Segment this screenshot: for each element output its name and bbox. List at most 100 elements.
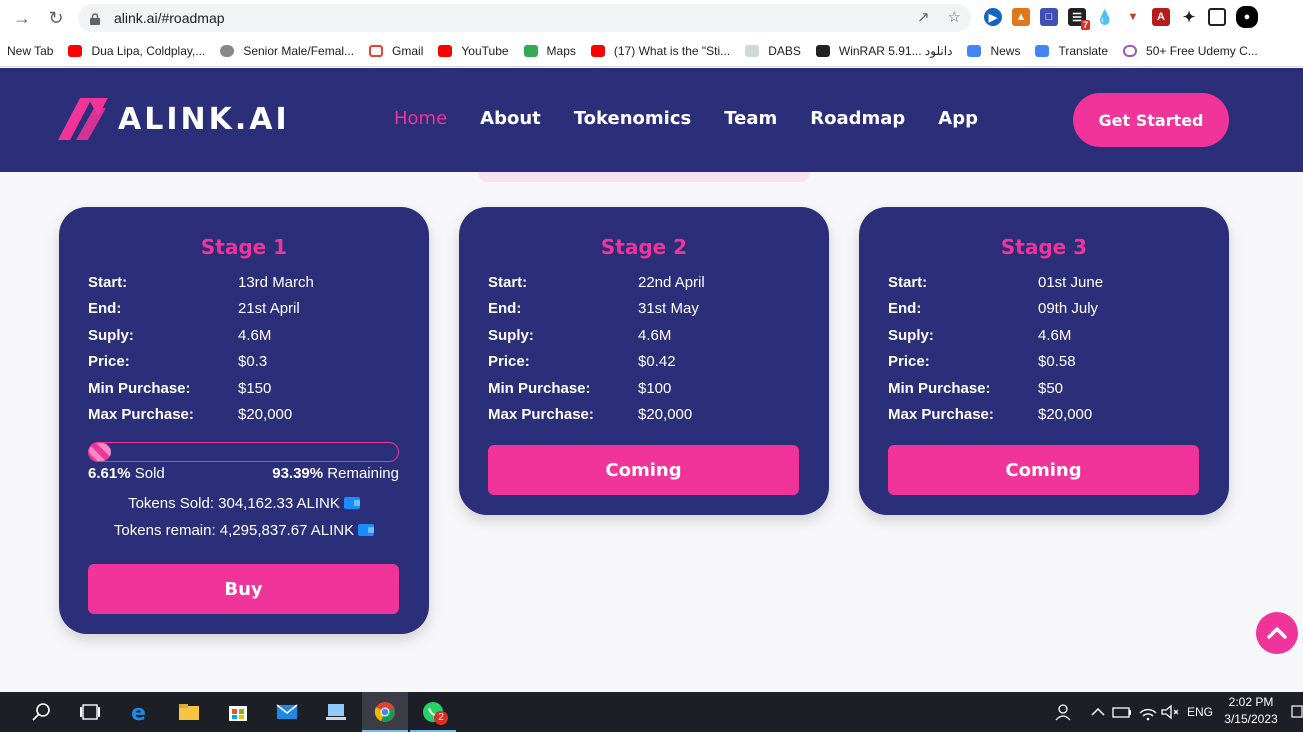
bookmark-label: WinRAR 5.91... دانلود [838,44,953,58]
task-view-icon[interactable] [78,700,102,724]
scroll-to-top-button[interactable] [1256,612,1298,654]
coming-button[interactable]: Coming [888,445,1199,495]
stage-title: Stage 1 [200,235,288,259]
detail-value: 13rd March [238,273,314,291]
youtube-icon [590,45,605,57]
bookmark-item[interactable]: News [967,44,1020,58]
bookmark-label: Senior Male/Femal... [243,44,355,58]
bookmark-star-icon[interactable]: ☆ [948,8,961,26]
nav-app[interactable]: App [938,108,978,129]
clock[interactable]: 2:02 PM 3/15/2023 [1222,695,1280,726]
detail-row: Price: $0.3 [88,349,429,376]
sidepanel-icon[interactable] [1208,8,1226,26]
detail-row: Min Purchase: $150 [88,375,429,402]
extension-icon[interactable]: □ [1040,8,1058,26]
bookmark-item[interactable]: Dua Lipa, Coldplay,... [68,44,205,58]
detail-key: Suply: [888,326,934,344]
stage-details: Start: 01st June End: 09th July Suply: 4.6M… [888,269,1229,428]
extension-with-badge-icon[interactable]: ☰ 7 [1068,8,1090,30]
coming-button[interactable]: Coming [488,445,799,495]
pdf-icon[interactable]: A [1152,8,1170,26]
chevron-up-icon[interactable] [1086,700,1110,724]
bookmark-item[interactable]: WinRAR 5.91... دانلود [815,44,953,58]
buy-button[interactable]: Buy [88,564,399,614]
detail-key: Suply: [488,326,534,344]
bookmark-item[interactable]: 50+ Free Udemy C... [1123,44,1258,58]
maps-icon [523,45,538,57]
detail-value: $100 [638,379,672,397]
notification-icon[interactable] [1290,700,1303,724]
bookmark-item[interactable]: DABS [745,44,801,58]
nav-roadmap[interactable]: Roadmap [810,108,905,129]
whatsapp-taskbar[interactable]: 2 [410,692,456,732]
bookmark-item[interactable]: New Tab [7,44,53,58]
bookmark-label: YouTube [461,44,509,58]
mail-icon[interactable] [275,700,299,724]
detail-row: Min Purchase: $100 [488,375,829,402]
tokens-sold: Tokens Sold: 304,162.33 ALINK [59,495,429,512]
windows-taskbar: e 2 ENG 2:02 PM 3/15/2023 [0,692,1303,732]
bookmark-item[interactable]: Maps [523,44,576,58]
bookmark-item[interactable]: Translate [1035,44,1108,58]
chrome-taskbar-active[interactable] [362,692,408,732]
bookmark-item[interactable]: (17) What is the "Sti... [590,44,730,58]
gmail-icon [369,45,384,57]
detail-row: Start: 22nd April [488,269,829,296]
bookmark-label: New Tab [7,44,54,58]
detail-value: $20,000 [1038,406,1093,424]
extension-badge: 7 [1080,20,1090,30]
site-logo[interactable]: ALINK.AI [58,98,290,140]
detail-value: 21st April [238,300,300,318]
profile-avatar[interactable]: ● [1236,6,1258,28]
sold-percent: 6.61% [88,465,131,482]
store-icon[interactable] [226,700,250,724]
detail-value: 4.6M [638,326,672,344]
remaining-label: Remaining [327,465,399,482]
nav-team[interactable]: Team [724,108,777,129]
notification-badge: 2 [434,711,448,725]
get-started-button[interactable]: Get Started [1073,93,1229,147]
forward-icon[interactable]: → [8,4,36,32]
detail-value: $50 [1038,379,1064,397]
person-icon [220,45,235,57]
stage-details: Start: 13rd March End: 21st April Suply: 4.… [88,269,429,428]
detail-row: Suply: 4.6M [888,322,1229,349]
lock-icon [90,12,100,25]
wifi-icon[interactable] [1136,700,1160,724]
extensions-bar: ▶ ▲ □ ☰ 7 💧 ▼ A ✦ ● [984,6,1258,30]
volume-muted-icon[interactable] [1158,700,1182,724]
detail-key: End: [88,300,122,318]
stage-card-1: Stage 1 Start: 13rd March End: 21st April … [59,207,429,634]
metamask-icon[interactable]: ▲ [1012,8,1030,26]
puzzle-icon[interactable]: ✦ [1180,8,1198,26]
detail-key: Min Purchase: [88,379,191,397]
detail-key: Price: [88,353,130,371]
sale-progress-bar [88,442,399,462]
reload-icon[interactable]: ↻ [42,4,70,32]
app-icon[interactable] [324,700,348,724]
bookmark-item[interactable]: Senior Male/Femal... [220,44,354,58]
file-explorer-icon[interactable] [177,700,201,724]
drop-icon[interactable]: 💧 [1096,8,1114,26]
site-header: ALINK.AI Home About Tokenomics Team Road… [0,68,1303,172]
stage-details: Start: 22nd April End: 31st May Suply: 4.6M… [488,269,829,428]
detail-key: Start: [488,273,528,291]
people-icon[interactable] [1052,700,1076,724]
extension-icon[interactable]: ▶ [984,8,1002,26]
search-icon[interactable] [30,700,54,724]
nav-tokenomics[interactable]: Tokenomics [574,108,691,129]
language-indicator[interactable]: ENG [1187,705,1213,719]
nav-about[interactable]: About [480,108,541,129]
url-text: alink.ai/#roadmap [114,10,225,26]
bookmark-item[interactable]: YouTube [438,44,509,58]
address-bar[interactable]: alink.ai/#roadmap ↗ ☆ [78,4,971,32]
bookmark-item[interactable]: Gmail [369,44,423,58]
share-icon[interactable]: ↗ [917,8,930,26]
nav-home[interactable]: Home [394,108,447,129]
battery-icon[interactable] [1110,700,1134,724]
edge-icon[interactable]: e [128,700,152,724]
bookmark-label: Maps [546,44,576,58]
detail-value: $0.58 [1038,353,1076,371]
extension-icon[interactable]: ▼ [1124,8,1142,26]
detail-value: 01st June [1038,273,1104,291]
